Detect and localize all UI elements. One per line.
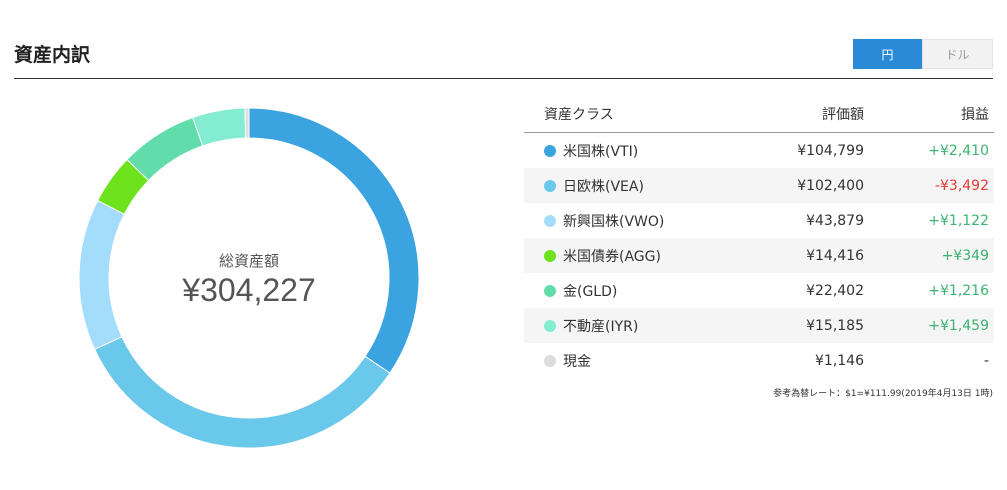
pnl-cell: +¥1,122	[928, 212, 989, 229]
table-row: 金(GLD) ¥22,402 +¥1,216	[524, 273, 994, 308]
exchange-rate-note: 参考為替レート：$1=¥111.99(2019年4月13日 1時)	[773, 389, 993, 399]
asset-name-cell: 不動産(IYR)	[524, 316, 734, 336]
table-row: 現金 ¥1,146 -	[524, 343, 994, 378]
valuation-cell: ¥43,879	[806, 212, 864, 229]
pnl-cell: -	[983, 352, 989, 369]
toggle-yen-button[interactable]: 円	[853, 39, 922, 69]
total-assets-value: ¥304,227	[182, 272, 316, 308]
pnl-cell: +¥1,216	[928, 282, 989, 299]
table-header: 資産クラス 評価額 損益	[524, 96, 994, 133]
pnl-cell: +¥2,410	[928, 142, 989, 159]
pnl-cell: -¥3,492	[934, 177, 989, 194]
asset-name-cell: 現金	[524, 351, 734, 371]
asset-name: 現金	[563, 353, 591, 370]
legend-dot	[544, 179, 556, 192]
donut-segment[interactable]	[248, 107, 420, 374]
valuation-cell: ¥104,799	[797, 142, 864, 159]
donut-segment[interactable]	[244, 107, 250, 139]
col-asset-class: 資産クラス	[544, 107, 614, 123]
page-title: 資産内訳	[14, 44, 91, 66]
table-row: 日欧株(VEA) ¥102,400 -¥3,492	[524, 168, 994, 203]
table-row: 米国債券(AGG) ¥14,416 +¥349	[524, 238, 994, 273]
valuation-cell: ¥14,416	[806, 247, 864, 264]
valuation-cell: ¥1,146	[815, 352, 864, 369]
table-row: 新興国株(VWO) ¥43,879 +¥1,122	[524, 203, 994, 238]
asset-name-cell: 日欧株(VEA)	[524, 176, 734, 196]
legend-dot	[544, 214, 556, 227]
asset-name: 金(GLD)	[563, 283, 618, 300]
asset-name-cell: 米国債券(AGG)	[524, 246, 734, 266]
asset-name: 米国債券(AGG)	[563, 248, 661, 265]
asset-name-cell: 金(GLD)	[524, 281, 734, 301]
asset-name-cell: 新興国株(VWO)	[524, 211, 734, 231]
asset-name: 日欧株(VEA)	[563, 178, 644, 195]
legend-dot	[544, 319, 556, 332]
asset-name-cell: 米国株(VTI)	[524, 141, 734, 161]
col-valuation: 評価額	[822, 107, 864, 123]
col-pnl: 損益	[961, 107, 989, 123]
donut-segment[interactable]	[192, 107, 247, 147]
section-header: 資産内訳 円 ドル	[14, 30, 993, 79]
donut-segment[interactable]	[94, 336, 391, 449]
valuation-cell: ¥15,185	[806, 317, 864, 334]
legend-dot	[544, 249, 556, 262]
asset-name: 米国株(VTI)	[563, 143, 639, 160]
table-row: 不動産(IYR) ¥15,185 +¥1,459	[524, 308, 994, 343]
valuation-cell: ¥22,402	[806, 282, 864, 299]
asset-donut-chart: 総資産額 ¥304,227	[78, 107, 420, 449]
valuation-cell: ¥102,400	[797, 177, 864, 194]
toggle-dollar-button[interactable]: ドル	[922, 39, 993, 69]
legend-dot	[544, 144, 556, 157]
table-row: 米国株(VTI) ¥104,799 +¥2,410	[524, 133, 994, 168]
asset-name: 不動産(IYR)	[563, 318, 639, 335]
donut-segment[interactable]	[126, 116, 204, 182]
asset-table: 資産クラス 評価額 損益 米国株(VTI) ¥104,799 +¥2,410 日…	[524, 96, 994, 378]
pnl-cell: +¥1,459	[928, 317, 989, 334]
legend-dot	[544, 284, 556, 297]
asset-name: 新興国株(VWO)	[563, 213, 665, 230]
pnl-cell: +¥349	[941, 247, 989, 264]
legend-dot	[544, 354, 556, 367]
total-assets-label: 総資産額	[218, 252, 279, 270]
currency-toggle: 円 ドル	[853, 39, 993, 69]
